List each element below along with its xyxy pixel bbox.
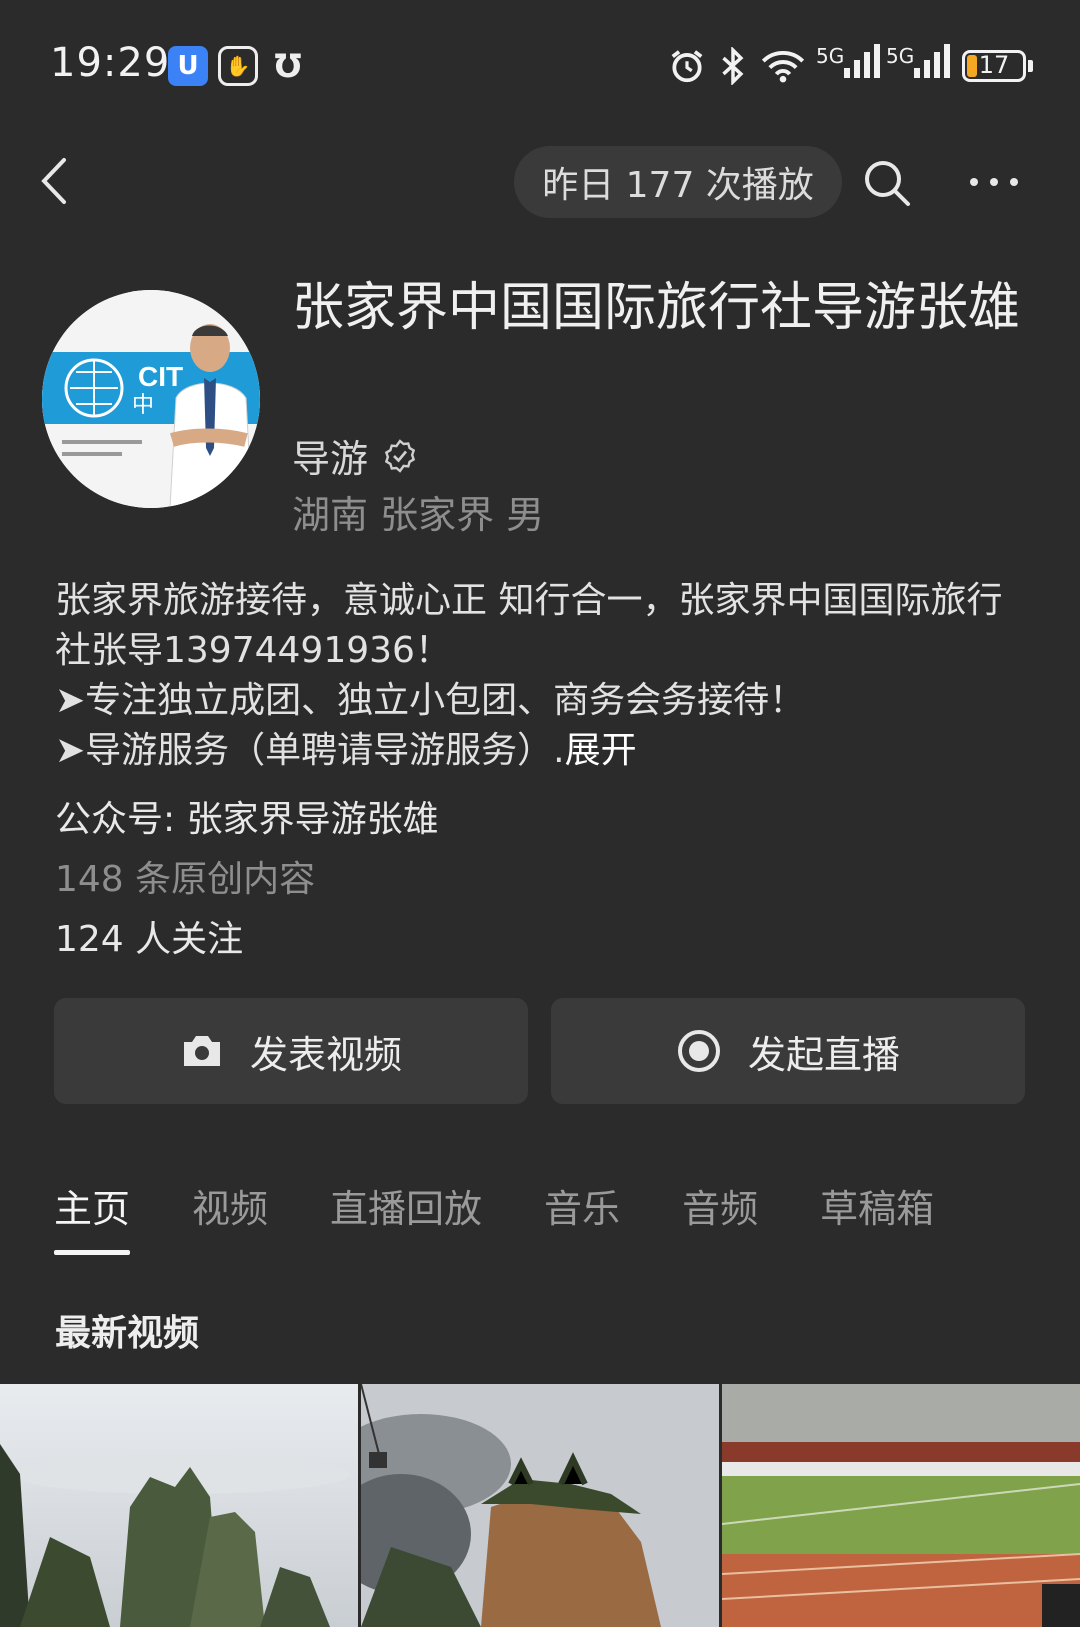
- camera-icon: [183, 1036, 220, 1066]
- hand-icon: ✋: [218, 46, 258, 86]
- profile-role: 导游: [292, 428, 418, 483]
- start-live-button[interactable]: 发起直播: [551, 998, 1025, 1104]
- profile-tabs: 主页 视频 直播回放 音乐 音频 草稿箱: [54, 1178, 996, 1255]
- bluetooth-icon: [718, 44, 748, 88]
- profile-name: 张家界中国国际旅行社导游张雄: [292, 278, 1021, 338]
- bio-line-3-text: ➤导游服务（单聘请导游服务）.: [55, 730, 565, 771]
- battery-icon: 17: [962, 50, 1026, 82]
- avatar[interactable]: CIT 中: [42, 290, 260, 508]
- chevron-left-icon: [41, 158, 66, 204]
- tab-music[interactable]: 音乐: [544, 1178, 620, 1255]
- start-live-label: 发起直播: [747, 1032, 900, 1077]
- tab-drafts[interactable]: 草稿箱: [820, 1178, 934, 1255]
- alarm-icon: [668, 44, 706, 88]
- original-content-count[interactable]: 148 条原创内容: [55, 850, 315, 902]
- play-count-pill[interactable]: 昨日 177 次播放: [514, 146, 842, 218]
- battery-tip: [1028, 60, 1033, 72]
- tab-live-replay[interactable]: 直播回放: [330, 1178, 482, 1255]
- tab-videos[interactable]: 视频: [192, 1178, 268, 1255]
- latest-videos-title: 最新视频: [55, 1313, 200, 1354]
- profile-location: 湖南 张家界 男: [292, 493, 545, 537]
- u-outline-icon: Ʊ: [274, 47, 302, 85]
- role-label: 导游: [292, 437, 369, 481]
- wifi-icon: [760, 44, 806, 88]
- video-thumbnail-2[interactable]: [361, 1384, 719, 1627]
- post-video-button[interactable]: 发表视频: [54, 998, 528, 1104]
- tab-home[interactable]: 主页: [54, 1178, 131, 1255]
- expand-link[interactable]: 展开: [565, 730, 637, 771]
- more-button[interactable]: [966, 162, 1022, 202]
- video-thumbnail-1[interactable]: [0, 1384, 358, 1627]
- avatar-logo-text-2: 中: [132, 393, 154, 418]
- u-app-icon: U: [168, 46, 208, 86]
- avatar-logo-text: CIT: [138, 361, 183, 392]
- official-account[interactable]: 公众号: 张家界导游张雄: [55, 790, 439, 842]
- more-icon: [970, 178, 1018, 186]
- bio-line-2: ➤专注独立成团、独立小包团、商务会务接待！: [55, 680, 806, 721]
- verified-badge-icon: [384, 438, 416, 473]
- bio-line-1: 张家界旅游接待，意诚心正 知行合一，张家界中国国际旅行社张导1397449193…: [55, 580, 1003, 671]
- bio-line-3: ➤导游服务（单聘请导游服务）.展开: [55, 726, 1035, 776]
- search-button[interactable]: [862, 158, 912, 208]
- search-icon: [865, 161, 910, 206]
- network-label-2: 5G: [886, 44, 915, 68]
- back-button[interactable]: [36, 156, 72, 206]
- follower-count[interactable]: 124 人关注: [55, 910, 243, 962]
- network-label-1: 5G: [816, 44, 845, 68]
- signal-5g-icon-1: 5G: [816, 44, 881, 88]
- battery-level: 17: [978, 51, 1010, 79]
- live-record-icon: [677, 1030, 720, 1072]
- video-thumbnail-3[interactable]: [722, 1384, 1080, 1627]
- signal-5g-icon-2: 5G: [886, 44, 951, 88]
- profile-bio[interactable]: 张家界旅游接待，意诚心正 知行合一，张家界中国国际旅行社张导1397449193…: [55, 576, 1035, 776]
- tab-audio[interactable]: 音频: [682, 1178, 758, 1255]
- post-video-label: 发表视频: [249, 1032, 402, 1077]
- status-time: 19:29: [50, 40, 171, 86]
